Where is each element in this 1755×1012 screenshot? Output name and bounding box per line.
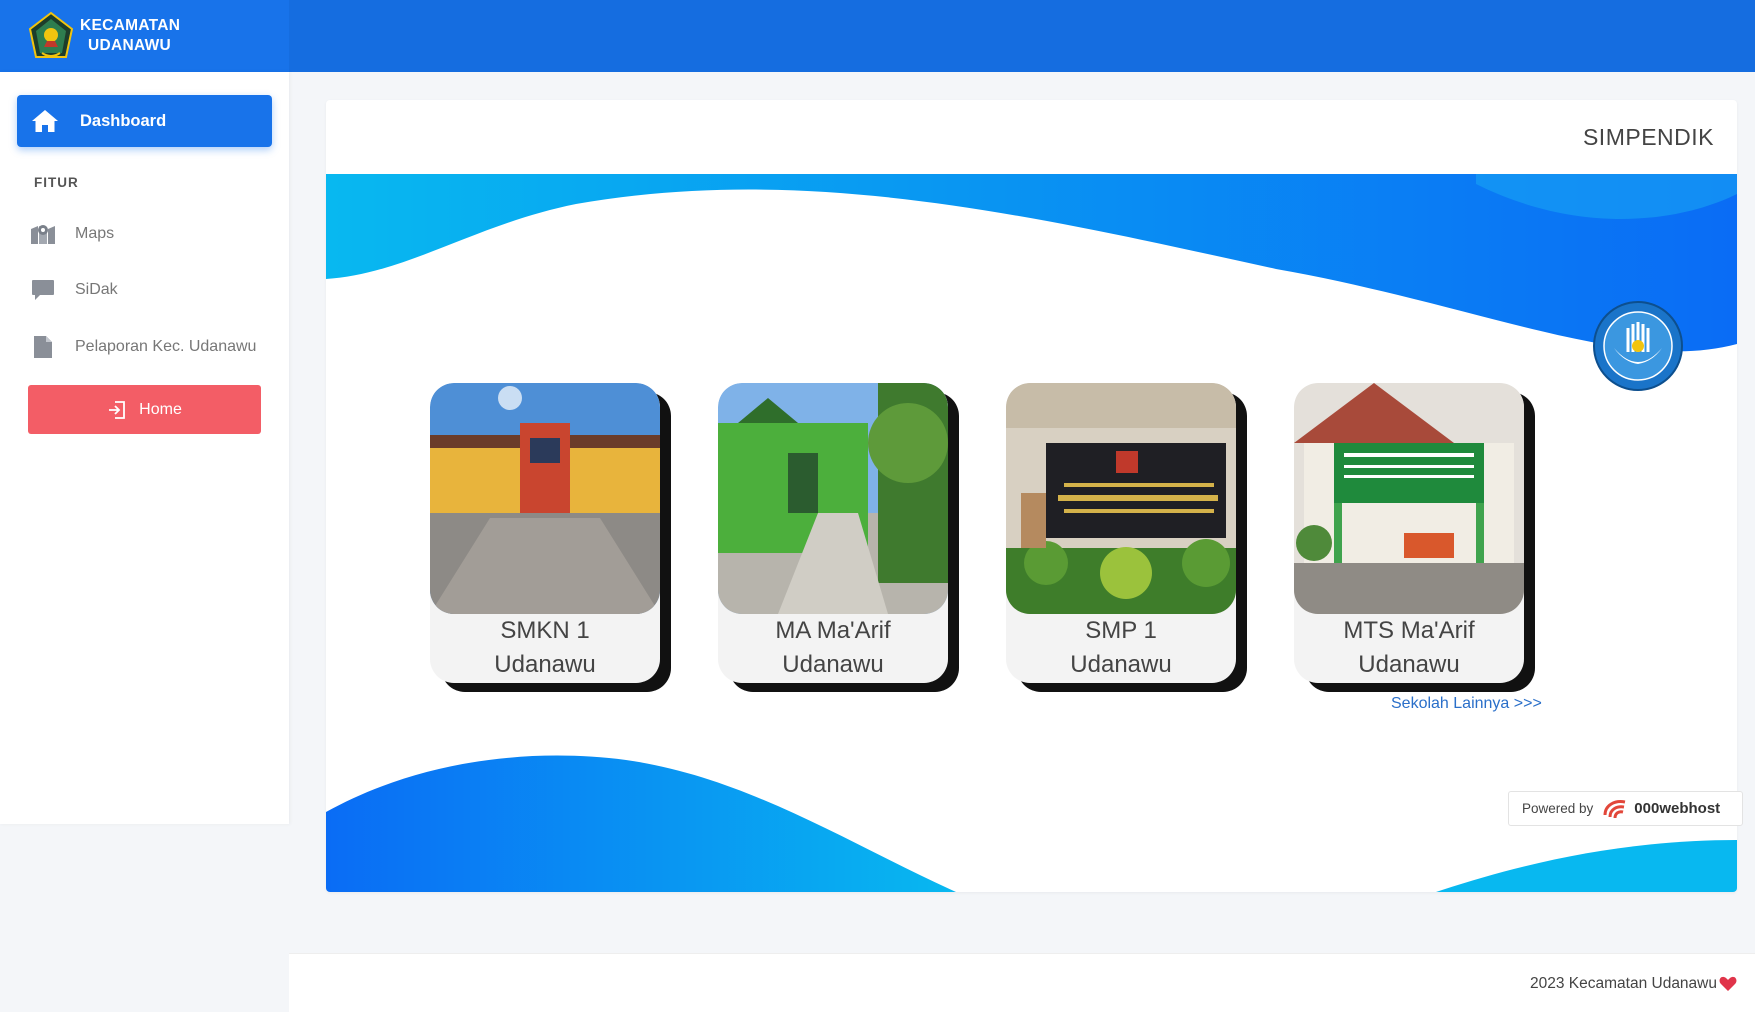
simpendik-card: SIMPENDIK SMKN 1 Udanawu MA Ma'Arif Udan… [326,100,1737,892]
comment-icon [30,277,56,303]
decorative-wave-top [326,174,1737,352]
footer: 2023 Kecamatan Udanawu [289,953,1755,1012]
map-icon [30,221,56,247]
powered-by-label: Powered by [1522,801,1594,816]
sidebar-item-pelaporan[interactable]: Pelaporan Kec. Udanawu [30,332,280,362]
school-name: MA Ma'Arif Udanawu [775,617,891,678]
school-card-ma-maarif[interactable]: MA Ma'Arif Udanawu [718,383,948,683]
sidebar-item-sidak[interactable]: SiDak [30,275,280,305]
school-name: SMKN 1 Udanawu [494,617,596,678]
school-name: MTS Ma'Arif Udanawu [1343,617,1475,678]
school-card-mts-maarif[interactable]: MTS Ma'Arif Udanawu [1294,383,1524,683]
sidebar: Dashboard FITUR Maps SiDak Pelaporan Kec… [0,72,289,824]
sidebar-section-label: FITUR [34,175,79,190]
webhost-name: 000webhost [1634,800,1721,817]
school-photo [1294,383,1524,614]
school-photo [718,383,948,614]
brand-line-2: UDANAWU [88,37,172,54]
school-card-smkn1[interactable]: SMKN 1 Udanawu [430,383,660,683]
webhost-logo-icon [1603,799,1626,818]
file-icon [30,334,56,360]
heart-icon [1719,976,1737,991]
brand[interactable]: KECAMATAN UDANAWU [0,0,289,72]
school-photo [430,383,660,614]
brand-line-1: KECAMATAN [80,17,181,34]
school-card-smp1[interactable]: SMP 1 Udanawu [1006,383,1236,683]
page-title: SIMPENDIK [1582,124,1714,150]
school-name: SMP 1 Udanawu [1070,617,1172,678]
home-button[interactable]: Home [28,385,261,434]
top-navbar: KECAMATAN UDANAWU [0,0,1755,72]
home-icon [32,110,58,132]
sign-in-icon [109,400,126,419]
sidebar-item-label: SiDak [75,281,118,298]
home-button-label: Home [139,400,182,418]
footer-copyright: 2023 Kecamatan Udanawu [1530,975,1717,992]
tut-wuri-handayani-emblem-icon [1593,301,1683,391]
sidebar-item-label: Dashboard [80,111,167,130]
school-photo [1006,383,1236,614]
sidebar-item-maps[interactable]: Maps [30,219,280,249]
powered-by-badge[interactable]: Powered by 000webhost [1508,791,1743,826]
footer-text: 2023 Kecamatan Udanawu [1530,975,1737,993]
brand-title: KECAMATAN UDANAWU [80,16,180,56]
sidebar-item-label: Maps [75,225,115,242]
more-schools-link[interactable]: Sekolah Lainnya >>> [1391,695,1542,713]
sidebar-item-dashboard[interactable]: Dashboard [17,95,272,147]
sidebar-item-label: Pelaporan Kec. Udanawu [75,338,257,355]
regency-emblem-icon [28,11,74,58]
